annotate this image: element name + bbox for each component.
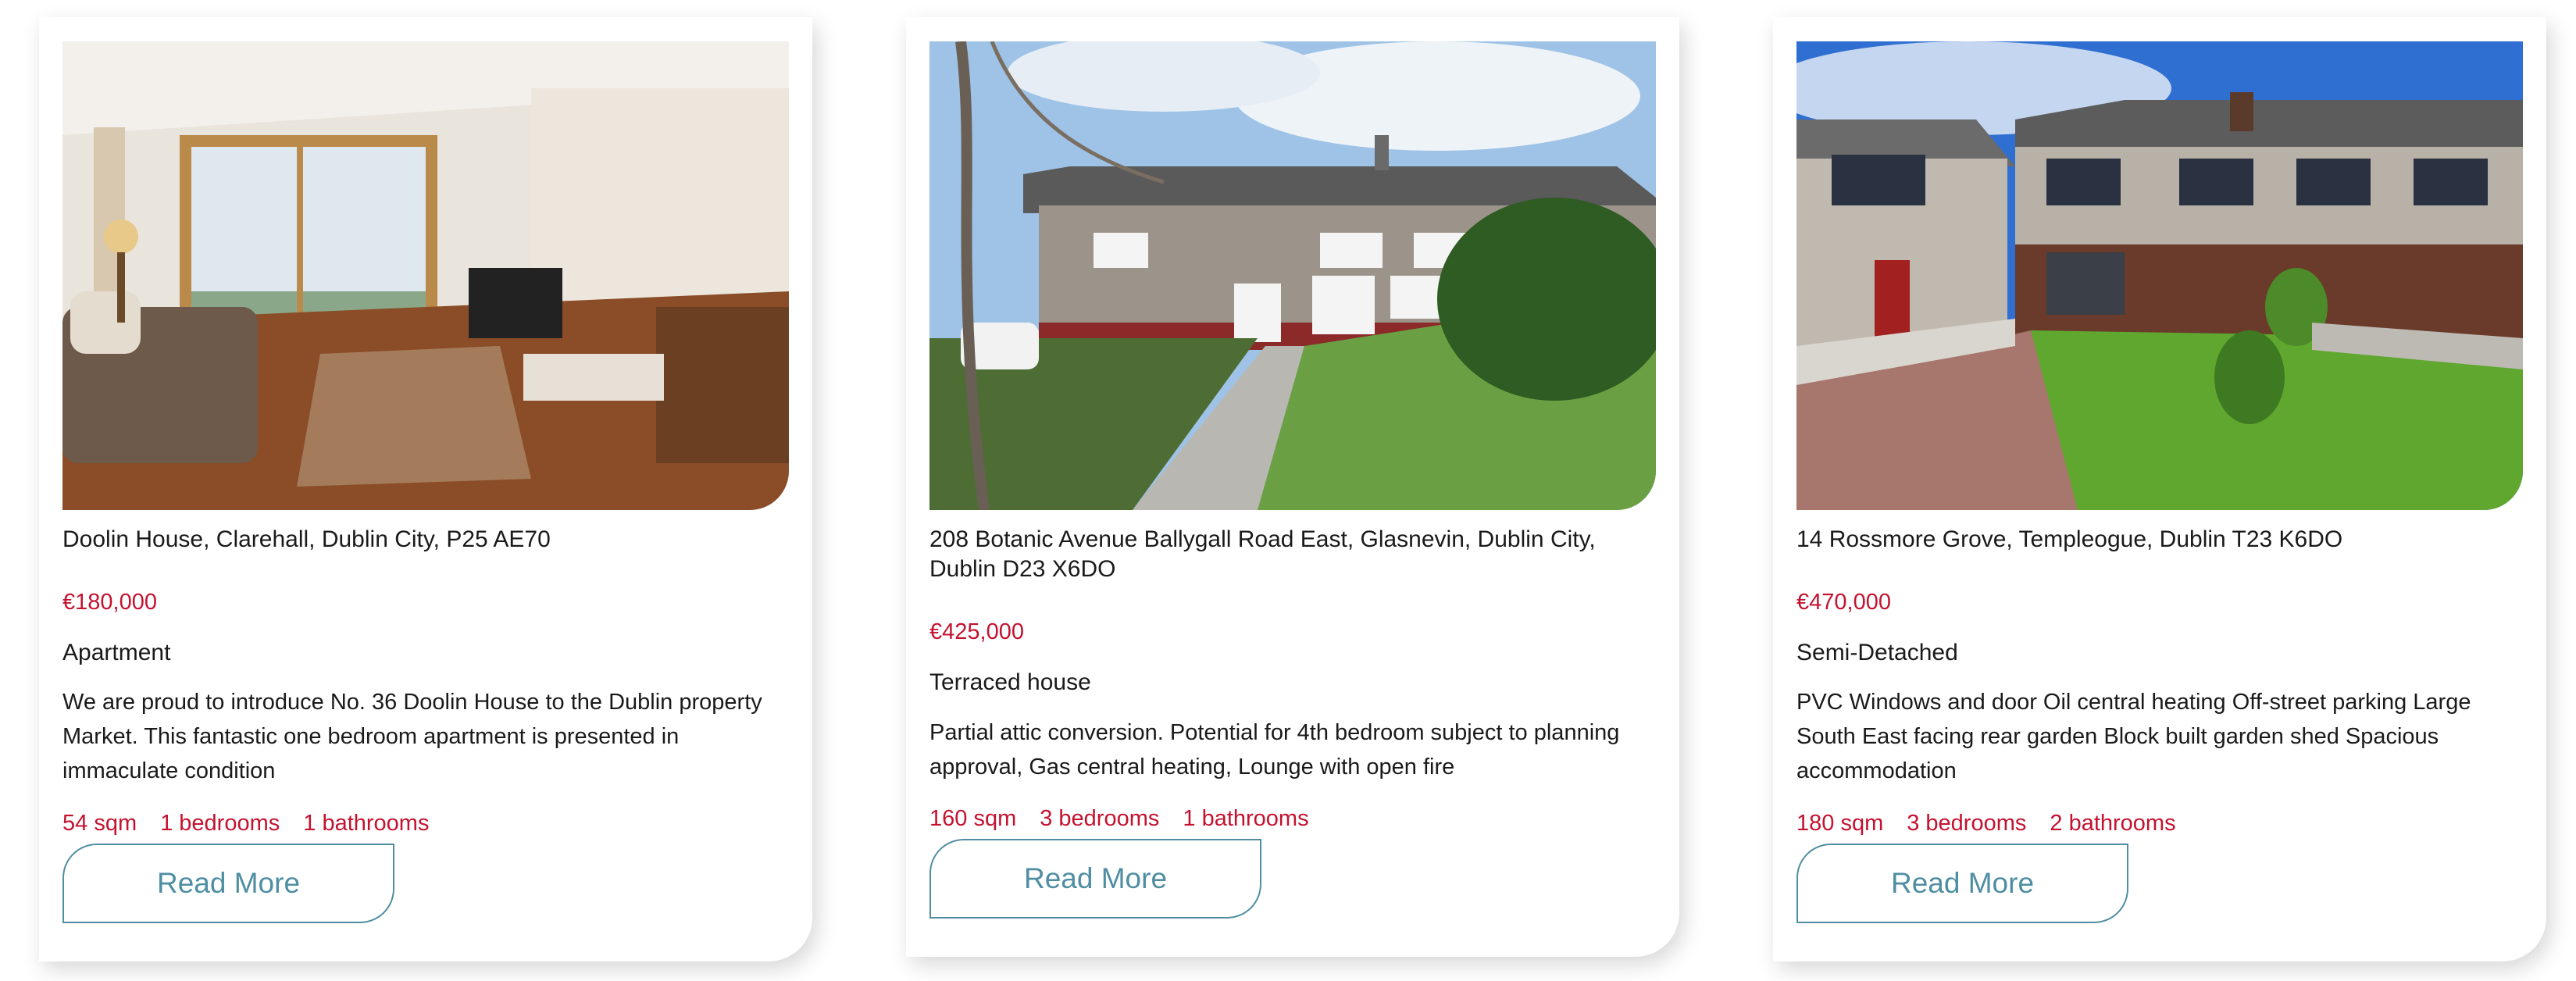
read-more-button[interactable]: Read More — [929, 839, 1261, 919]
read-more-button[interactable]: Read More — [62, 844, 394, 923]
property-type: Semi-Detached — [1796, 640, 1958, 665]
property-stats: 160 sqm 3 bedrooms 1 bathrooms — [929, 804, 1309, 833]
property-photo[interactable] — [929, 41, 1656, 510]
property-address: 208 Botanic Avenue Ballygall Road East, … — [929, 526, 1596, 582]
apartment-living-room-photo — [62, 41, 789, 510]
property-address: Doolin House, Clarehall, Dublin City, P2… — [62, 526, 551, 552]
area-stat: 160 sqm — [929, 806, 1017, 831]
bedrooms-stat: 3 bedrooms — [1040, 806, 1160, 831]
semi-detached-house-exterior-photo — [1796, 41, 2523, 510]
property-card: 208 Botanic Avenue Ballygall Road East, … — [906, 17, 1679, 957]
property-photo[interactable] — [62, 41, 789, 510]
area-stat: 54 sqm — [62, 811, 137, 836]
bedrooms-stat: 1 bedrooms — [160, 811, 280, 836]
read-more-button[interactable]: Read More — [1796, 844, 2128, 923]
property-stats: 180 sqm 3 bedrooms 2 bathrooms — [1796, 808, 2176, 838]
property-description: PVC Windows and door Oil central heating… — [1796, 690, 2471, 783]
property-card: Doolin House, Clarehall, Dublin City, P2… — [39, 17, 812, 961]
property-description: Partial attic conversion. Potential for … — [929, 720, 1620, 779]
area-stat: 180 sqm — [1796, 811, 1884, 836]
property-listings: Doolin House, Clarehall, Dublin City, P2… — [0, 0, 2576, 981]
property-card: 14 Rossmore Grove, Templeogue, Dublin T2… — [1773, 17, 2546, 961]
property-price: €425,000 — [929, 619, 1024, 644]
property-type: Apartment — [62, 640, 171, 665]
property-address: 14 Rossmore Grove, Templeogue, Dublin T2… — [1796, 526, 2343, 552]
property-price: €180,000 — [62, 590, 157, 615]
property-description: We are proud to introduce No. 36 Doolin … — [62, 690, 762, 783]
property-photo[interactable] — [1796, 41, 2523, 510]
bathrooms-stat: 1 bathrooms — [1183, 806, 1309, 831]
bathrooms-stat: 2 bathrooms — [2050, 811, 2176, 836]
terraced-house-exterior-photo — [929, 41, 1656, 510]
property-price: €470,000 — [1796, 590, 1891, 615]
property-type: Terraced house — [929, 669, 1091, 695]
bedrooms-stat: 3 bedrooms — [1907, 811, 2027, 836]
bathrooms-stat: 1 bathrooms — [303, 811, 430, 836]
property-stats: 54 sqm 1 bedrooms 1 bathrooms — [62, 808, 429, 838]
